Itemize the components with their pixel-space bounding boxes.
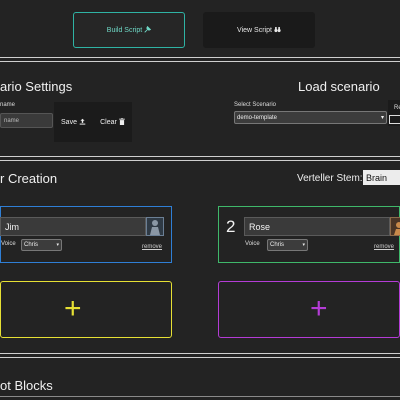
voice-select[interactable]: Chris ▾ (21, 239, 62, 251)
avatar[interactable] (146, 217, 164, 236)
verteller-label: Verteller Stem: (297, 173, 363, 184)
divider (0, 396, 400, 397)
chevron-down-icon: ▾ (380, 115, 384, 121)
save-label: Save (61, 118, 77, 126)
voice-select-value: Chris (270, 242, 285, 248)
clear-label: Clear (100, 118, 117, 126)
scenario-select[interactable]: demo-template ▾ (234, 111, 387, 124)
verteller-select[interactable]: Brain (363, 170, 400, 185)
divider (0, 160, 400, 161)
build-script-label: Build Script (106, 26, 143, 34)
divider (0, 357, 400, 358)
view-script-button[interactable]: View Script (203, 12, 315, 48)
divider (0, 156, 400, 157)
character-name-input[interactable]: Jim (0, 217, 146, 236)
add-character-button[interactable]: + (0, 281, 172, 338)
load-scenario-title: Load scenario (298, 79, 380, 94)
voice-select-value: Chris (24, 242, 39, 248)
divider (0, 353, 400, 354)
remove-character-link[interactable]: remove (142, 244, 162, 250)
trash-icon (119, 117, 125, 127)
hammer-icon (144, 25, 152, 35)
character-card-1: Jim Voice Chris ▾ remove (0, 206, 172, 263)
load-action-label: Re (394, 105, 400, 111)
voice-select[interactable]: Chris ▾ (267, 239, 308, 251)
load-action-panel: Re (388, 100, 400, 126)
character-name-input[interactable]: Rose (244, 217, 390, 236)
scenario-settings-title: ario Settings (0, 79, 73, 94)
save-button[interactable]: Save (54, 102, 93, 142)
select-scenario-label: Select Scenario (234, 102, 277, 108)
clear-button[interactable]: Clear (93, 102, 132, 142)
voice-label: Voice (1, 241, 16, 247)
chevron-down-icon: ▾ (302, 242, 305, 248)
character-number: 2 (226, 217, 236, 236)
load-button[interactable] (389, 115, 400, 124)
add-character-button[interactable]: + (218, 281, 400, 338)
scenario-select-value: demo-template (237, 114, 278, 121)
chevron-down-icon: ▾ (56, 242, 59, 248)
plus-icon: + (64, 292, 82, 325)
voice-label: Voice (245, 241, 260, 247)
binoculars-icon (274, 26, 281, 35)
blocks-title: ot Blocks (0, 378, 53, 393)
character-creation-title: r Creation (0, 171, 58, 186)
view-script-label: View Script (237, 26, 272, 34)
divider (0, 61, 400, 62)
character-card-2: 2 Rose Voice Chris ▾ remove (218, 206, 400, 263)
scenario-name-input[interactable]: name (0, 113, 53, 128)
build-script-button[interactable]: Build Script (73, 12, 185, 48)
scenario-name-label: name (0, 102, 16, 108)
divider (0, 57, 400, 58)
plus-icon: + (310, 292, 328, 325)
remove-character-link[interactable]: remove (374, 244, 394, 250)
upload-icon (79, 118, 86, 127)
avatar[interactable] (390, 217, 400, 236)
